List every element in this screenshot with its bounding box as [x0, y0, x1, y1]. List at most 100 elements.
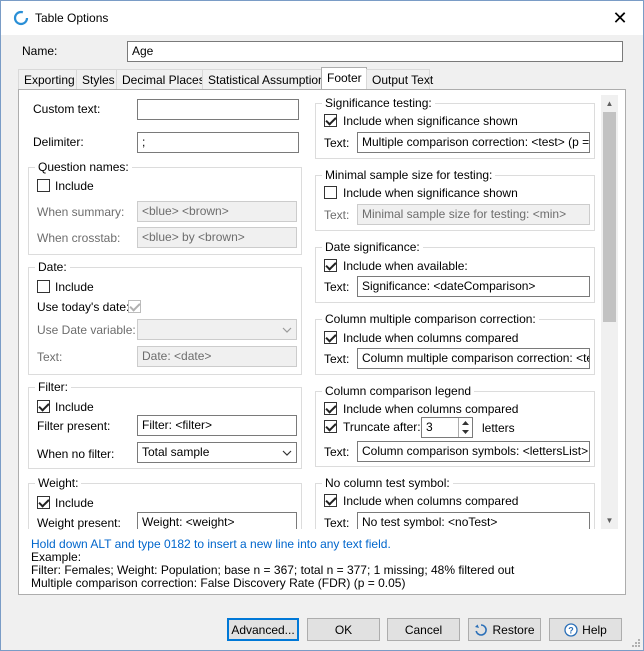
spin-buttons[interactable] [458, 418, 472, 437]
chevron-down-icon [278, 320, 296, 339]
tab-label: Exporting [24, 73, 75, 87]
group-title: Minimal sample size for testing: [322, 168, 496, 182]
column-legend-text-input[interactable]: Column comparison symbols: <lettersList> [357, 441, 590, 462]
min-sample-text-input[interactable]: Minimal sample size for testing: <min> [357, 204, 590, 225]
app-ring-icon [13, 10, 29, 26]
button-label: Cancel [404, 622, 443, 637]
tab-exporting[interactable]: Exporting [18, 69, 77, 90]
when-no-filter-select[interactable]: Total sample [137, 442, 297, 463]
column-multiple-text-input[interactable]: Column multiple comparison correction: <… [357, 348, 590, 369]
include-label: Include when columns compared [343, 494, 519, 508]
group-title: Date significance: [322, 240, 423, 254]
include-label: Include [55, 400, 94, 414]
tab-label: Footer [327, 71, 362, 85]
include-label: Include when available: [343, 259, 468, 273]
delimiter-input[interactable]: ; [137, 132, 299, 153]
restore-button[interactable]: Restore [468, 618, 541, 641]
include-label: Include [55, 280, 94, 294]
use-date-variable-select[interactable] [137, 319, 297, 340]
include-label: Include [55, 496, 94, 510]
date-significance-text-input[interactable]: Significance: <dateComparison> [357, 276, 590, 297]
include-label: Include when columns compared [343, 402, 519, 416]
tab-styles[interactable]: Styles [76, 69, 117, 90]
chevron-up-icon[interactable] [462, 421, 469, 425]
button-label: Help [582, 622, 607, 637]
group-title: Significance testing: [322, 96, 435, 110]
custom-text-input[interactable] [137, 99, 299, 120]
group-title: Column multiple comparison correction: [322, 312, 539, 326]
tab-decimal-places[interactable]: Decimal Places [116, 69, 205, 90]
custom-text-label: Custom text: [33, 102, 101, 116]
column-multiple-include-checkbox[interactable] [324, 331, 337, 344]
filter-present-label: Filter present: [37, 419, 111, 433]
date-significance-include-checkbox[interactable] [324, 259, 337, 272]
close-icon: ✕ [612, 7, 628, 28]
alt-hint-text: Hold down ALT and type 0182 to insert a … [31, 537, 391, 551]
text-label: Text: [324, 516, 350, 530]
group-title: Date: [35, 260, 70, 274]
ok-button[interactable]: OK [307, 618, 380, 641]
use-date-variable-label: Use Date variable: [37, 323, 136, 337]
restore-icon [474, 623, 488, 637]
text-label: Text: [324, 280, 350, 294]
chevron-down-icon[interactable] [462, 430, 469, 434]
include-label: Include when columns compared [343, 331, 519, 345]
filter-present-input[interactable]: Filter: <filter> [137, 415, 297, 436]
no-column-text-input[interactable]: No test symbol: <noTest> [357, 512, 590, 529]
when-crosstab-input[interactable]: <blue> by <brown> [137, 227, 297, 248]
truncate-checkbox[interactable] [324, 420, 337, 433]
group-title: Column comparison legend [322, 384, 475, 398]
group-title: Filter: [35, 380, 71, 394]
scroll-up-icon[interactable]: ▲ [601, 95, 618, 112]
significance-text-input[interactable]: Multiple comparison correction: <test> (… [357, 132, 590, 153]
button-label: Restore [492, 622, 535, 637]
close-button[interactable]: ✕ [597, 1, 643, 35]
when-summary-label: When summary: [37, 205, 125, 219]
question-names-include-checkbox[interactable] [37, 179, 50, 192]
window-title: Table Options [35, 11, 109, 25]
when-summary-input[interactable]: <blue> <brown> [137, 201, 297, 222]
text-label: Text: [324, 136, 350, 150]
chevron-down-icon [278, 443, 296, 462]
use-today-label: Use today's date: [37, 300, 130, 314]
include-label: Include when significance shown [343, 186, 518, 200]
scroll-down-icon[interactable]: ▼ [601, 512, 618, 529]
truncate-value: 3 [426, 420, 433, 434]
truncate-stepper[interactable]: 3 [421, 417, 473, 438]
filter-include-checkbox[interactable] [37, 400, 50, 413]
significance-include-checkbox[interactable] [324, 114, 337, 127]
tab-footer[interactable]: Footer [321, 67, 367, 90]
date-include-checkbox[interactable] [37, 280, 50, 293]
help-icon: ? [564, 622, 578, 637]
name-input[interactable]: Age [127, 41, 623, 62]
text-label: Text: [324, 352, 350, 366]
help-button[interactable]: ? Help [549, 618, 622, 641]
text-label: Text: [324, 208, 350, 222]
resize-grip-icon[interactable] [629, 636, 641, 648]
advanced-button[interactable]: Advanced... [227, 618, 299, 641]
when-crosstab-label: When crosstab: [37, 231, 121, 245]
truncate-label: Truncate after: [343, 420, 421, 434]
tab-output-text[interactable]: Output Text [366, 69, 434, 90]
tab-statistical-assumptions[interactable]: Statistical Assumptions [202, 69, 331, 90]
tab-label: Statistical Assumptions [208, 73, 331, 87]
tab-label: Output Text [372, 73, 434, 87]
use-today-checkbox[interactable] [128, 300, 141, 313]
weight-present-input[interactable]: Weight: <weight> [137, 512, 297, 529]
text-label: Text: [324, 445, 350, 459]
cancel-button[interactable]: Cancel [387, 618, 460, 641]
date-text-label: Text: [37, 350, 63, 364]
group-title: Question names: [35, 160, 132, 174]
column-legend-include-checkbox[interactable] [324, 402, 337, 415]
button-label: Advanced... [231, 622, 295, 637]
no-column-include-checkbox[interactable] [324, 494, 337, 507]
min-sample-include-checkbox[interactable] [324, 186, 337, 199]
svg-text:?: ? [568, 625, 574, 635]
weight-include-checkbox[interactable] [37, 496, 50, 509]
scroll-thumb[interactable] [603, 112, 616, 322]
group-title: Weight: [35, 476, 82, 490]
example-line-2: Multiple comparison correction: False Di… [31, 576, 406, 590]
panel-scrollbar[interactable]: ▲ ▼ [601, 95, 618, 529]
include-label: Include when significance shown [343, 114, 518, 128]
date-text-input[interactable]: Date: <date> [137, 346, 297, 367]
